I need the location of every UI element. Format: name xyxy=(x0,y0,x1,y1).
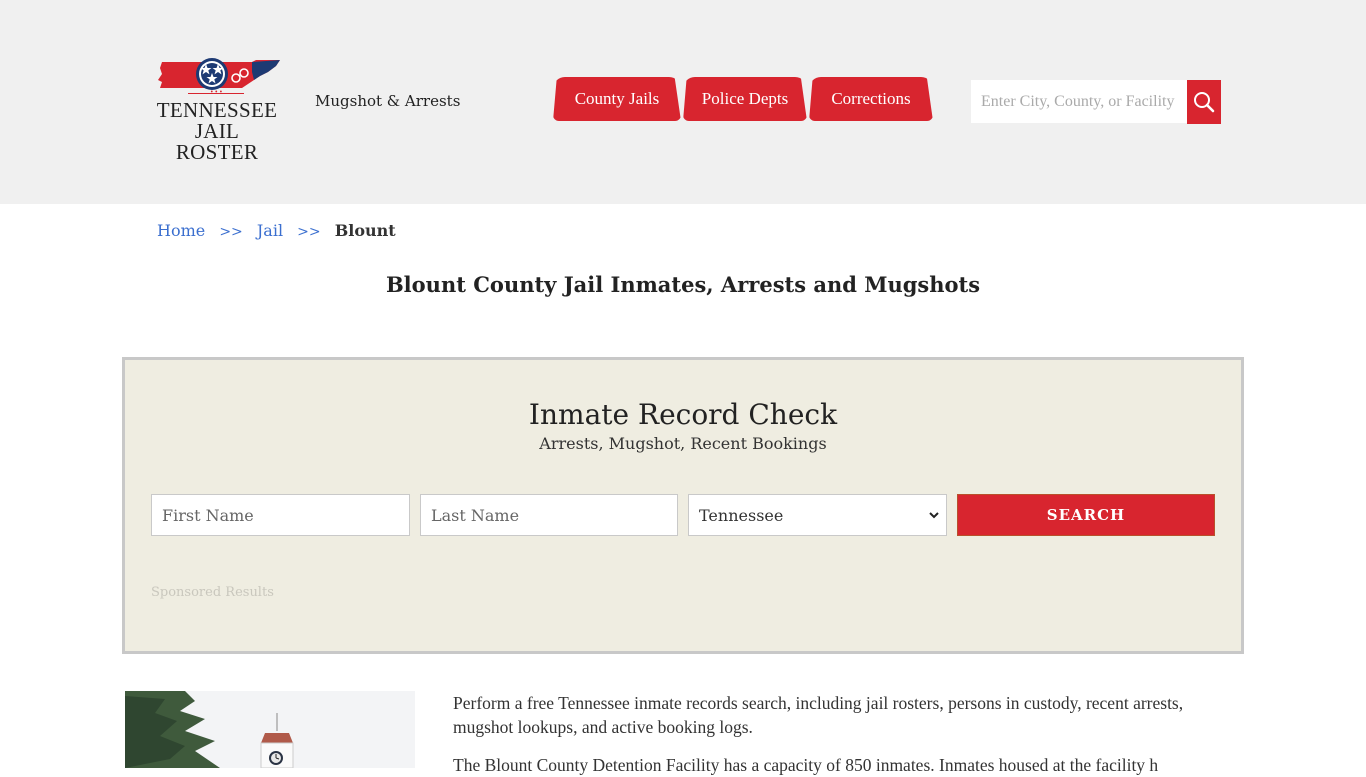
nav-tab-police-depts[interactable]: Police Depts xyxy=(683,77,807,121)
main-nav: County Jails Police Depts Corrections xyxy=(553,77,935,121)
facility-search-input[interactable] xyxy=(971,80,1187,123)
nav-tab-county-jails[interactable]: County Jails xyxy=(553,77,681,121)
facility-search-button[interactable] xyxy=(1187,80,1221,124)
page-title: Blount County Jail Inmates, Arrests and … xyxy=(385,272,981,297)
breadcrumb-jail[interactable]: Jail xyxy=(257,221,283,240)
breadcrumb-separator: >> xyxy=(219,224,243,240)
state-select[interactable]: Tennessee xyxy=(688,494,947,536)
sponsored-results-label: Sponsored Results xyxy=(151,585,274,600)
nav-tab-corrections[interactable]: Corrections xyxy=(809,77,933,121)
record-check-title: Inmate Record Check xyxy=(528,398,838,431)
last-name-input[interactable] xyxy=(420,494,678,536)
site-logo[interactable]: ••• TENNESSEE JAIL ROSTER xyxy=(152,56,282,163)
logo-dots: ••• xyxy=(210,89,224,96)
site-header: ••• TENNESSEE JAIL ROSTER Mugshot & Arre… xyxy=(0,0,1366,204)
breadcrumb-separator: >> xyxy=(297,224,321,240)
site-tagline: Mugshot & Arrests xyxy=(315,92,461,110)
breadcrumb-home[interactable]: Home xyxy=(157,221,205,240)
intro-text: Perform a free Tennessee inmate records … xyxy=(453,691,1223,777)
intro-paragraph: Perform a free Tennessee inmate records … xyxy=(453,693,1184,737)
logo-wordmark: TENNESSEE JAIL ROSTER xyxy=(152,100,282,163)
record-search-button[interactable]: SEARCH xyxy=(957,494,1215,536)
chevron-down-icon xyxy=(929,512,939,519)
inmate-record-check-panel: Inmate Record Check Arrests, Mugshot, Re… xyxy=(122,357,1244,654)
nav-tab-label: Corrections xyxy=(831,89,911,108)
intro-paragraph: The Blount County Detention Facility has… xyxy=(453,755,1159,775)
logo-line-2: JAIL ROSTER xyxy=(175,119,259,164)
nav-tab-label: Police Depts xyxy=(701,89,789,108)
courthouse-photo xyxy=(125,691,415,768)
logo-line-1: TENNESSEE xyxy=(156,98,278,122)
state-select-value: Tennessee xyxy=(699,505,784,525)
tennessee-map-icon xyxy=(158,58,280,90)
nav-tab-label: County Jails xyxy=(574,89,660,108)
record-check-subtitle: Arrests, Mugshot, Recent Bookings xyxy=(539,434,827,453)
breadcrumb-current: Blount xyxy=(334,221,396,240)
first-name-input[interactable] xyxy=(151,494,410,536)
magnifier-icon xyxy=(1194,92,1215,113)
courthouse-image xyxy=(125,691,415,768)
breadcrumb: Home >> Jail >> Blount xyxy=(157,221,396,240)
